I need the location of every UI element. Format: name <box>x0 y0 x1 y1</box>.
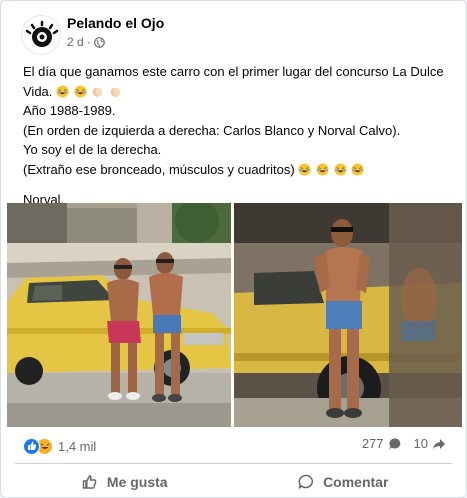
photo-right[interactable] <box>234 203 462 427</box>
emoji-group-1 <box>56 84 123 99</box>
post-line-5-text: (Extraño ese bronceado, músculos y cuadr… <box>23 161 295 177</box>
post-actions: Me gusta Comentar <box>15 467 452 497</box>
post-header: Pelando el Ojo 2 d · <box>15 13 455 57</box>
laughing-emoji-icon <box>298 162 311 176</box>
post-meta: 2 d · <box>67 35 105 49</box>
laughing-emoji-icon <box>351 162 364 176</box>
post-text: El día que ganamos este carro con el pri… <box>23 62 448 210</box>
photo-two-men-yellow-car-icon <box>7 203 231 427</box>
post-line-5: (Extraño ese bronceado, músculos y cuadr… <box>23 160 448 180</box>
comment-button[interactable]: Comentar <box>234 467 453 497</box>
post-line-3: (En orden de izquierda a derecha: Carlos… <box>23 122 401 138</box>
post-line-2: Año 1988-1989. <box>23 103 116 118</box>
photo-man-yellow-car-icon <box>234 203 462 427</box>
comment-button-label: Comentar <box>323 474 389 490</box>
page-avatar[interactable] <box>21 15 61 55</box>
globe-icon <box>93 36 105 48</box>
actions-divider <box>15 463 452 464</box>
comment-bubble-icon <box>388 437 400 449</box>
post-card: Pelando el Ojo 2 d · El día que ganamos … <box>0 0 467 498</box>
shares-count-value: 10 <box>413 436 428 451</box>
engagement-counts: 277 10 <box>362 436 446 451</box>
thumbs-up-icon <box>82 475 97 489</box>
like-reaction-icon <box>23 437 40 455</box>
comment-icon <box>298 474 314 489</box>
like-button-label: Me gusta <box>106 474 168 490</box>
laughing-emoji-icon <box>316 162 329 176</box>
emoji-group-2 <box>298 162 365 177</box>
photo-left[interactable] <box>7 203 231 427</box>
post-time[interactable]: 2 d <box>67 35 84 49</box>
laughing-emoji-icon <box>74 84 87 98</box>
laughing-emoji-icon <box>334 162 347 176</box>
post-line-4: Yo soy el de la derecha. <box>23 142 162 157</box>
like-button[interactable]: Me gusta <box>15 467 234 497</box>
page-name[interactable]: Pelando el Ojo <box>67 15 164 31</box>
text-spacer <box>23 179 448 190</box>
eye-logo-icon <box>25 20 59 47</box>
comments-count[interactable]: 277 <box>362 436 402 451</box>
clapping-emoji-icon <box>92 87 103 97</box>
comments-count-value: 277 <box>361 436 384 451</box>
reactions-summary[interactable]: 1,4 mil <box>23 435 96 457</box>
share-arrow-icon <box>433 438 445 449</box>
shares-count[interactable]: 10 <box>414 436 446 451</box>
laughing-emoji-icon <box>56 84 69 98</box>
reaction-count: 1,4 mil <box>58 438 97 454</box>
clapping-emoji-icon <box>110 87 121 97</box>
post-line-1: El día que ganamos este carro con el pri… <box>23 62 448 101</box>
photo-grid <box>7 203 462 427</box>
meta-separator: · <box>86 35 91 49</box>
